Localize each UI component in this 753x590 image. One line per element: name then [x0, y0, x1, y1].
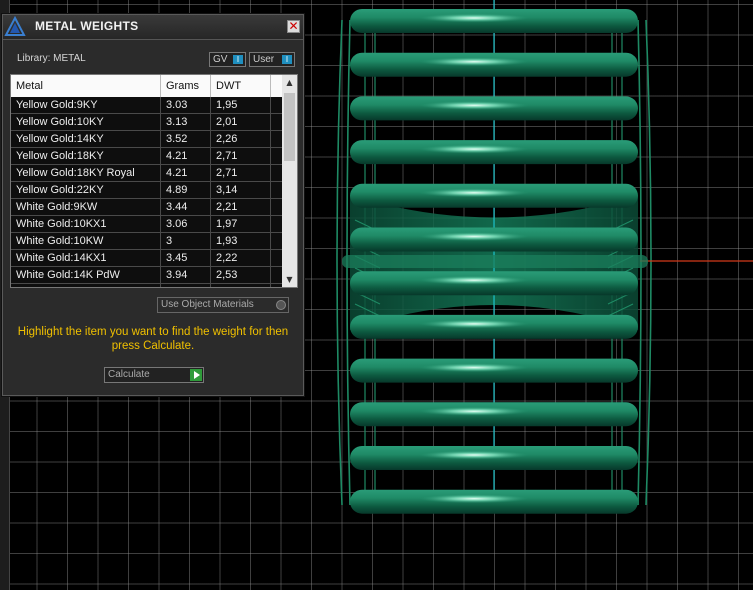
ring-band	[350, 402, 638, 427]
table-row[interactable]: Yellow Gold:22KY 4.89 3,14	[11, 182, 282, 199]
calculate-label: Calculate	[108, 369, 150, 380]
dwt-cell: 1,97	[216, 218, 238, 230]
table-row[interactable]: White Gold:10KW 3 1,93	[11, 233, 282, 250]
grams-cell: 3.03	[166, 99, 188, 111]
metal-cell: Yellow Gold:9KY	[16, 99, 98, 111]
user-indicator-icon: I	[282, 55, 292, 64]
dwt-cell: 2,71	[216, 167, 238, 179]
table-row[interactable]: White Gold:14KW 3.08 1,97	[11, 284, 282, 287]
table-row[interactable]: White Gold:14KX1 3.45 2,22	[11, 250, 282, 267]
grams-cell: 3	[166, 235, 173, 247]
table-header: Metal Grams DWT	[11, 75, 282, 97]
table-row[interactable]: Yellow Gold:9KY 3.03 1,95	[11, 97, 282, 114]
header-grams[interactable]: Grams	[166, 80, 199, 92]
table-row[interactable]: White Gold:14K PdW 3.94 2,53	[11, 267, 282, 284]
metal-cell: Yellow Gold:18KY	[16, 150, 104, 162]
instruction-text: Highlight the item you want to find the …	[17, 326, 289, 352]
user-library-button[interactable]: User I	[249, 52, 295, 67]
user-label: User	[253, 54, 275, 65]
dwt-cell: 2,01	[216, 116, 238, 128]
grams-cell: 4.21	[166, 167, 188, 179]
ring-band	[350, 140, 638, 165]
metal-table: Metal Grams DWT Yellow Gold:9KY 3.03 1,95 Y…	[10, 74, 298, 288]
ring-band	[350, 52, 638, 77]
grams-cell: 3.06	[166, 218, 188, 230]
metal-cell: White Gold:10KW	[16, 235, 104, 247]
metal-cell: Yellow Gold:14KY	[16, 133, 104, 145]
ring-band	[350, 314, 638, 339]
dwt-cell: 2,26	[216, 133, 238, 145]
metal-cell: White Gold:14KX1	[16, 252, 107, 264]
grams-cell: 4.89	[166, 184, 188, 196]
header-metal[interactable]: Metal	[16, 80, 43, 92]
dialog-title: METAL WEIGHTS	[35, 19, 139, 33]
ring-band	[350, 96, 638, 121]
use-object-materials-toggle[interactable]: Use Object Materials	[157, 297, 289, 313]
scrollbar-thumb[interactable]	[284, 93, 295, 161]
gv-indicator-icon: I	[233, 55, 243, 64]
metal-cell: White Gold:14K PdW	[16, 269, 120, 281]
close-icon[interactable]: ✕	[287, 20, 300, 33]
radio-icon	[276, 300, 286, 310]
app-logo-icon	[3, 15, 27, 39]
metal-cell: White Gold:14KW	[16, 286, 103, 287]
table-row[interactable]: Yellow Gold:18KY Royal 4.21 2,71	[11, 165, 282, 182]
table-scrollbar[interactable]: ▲ ▼	[282, 75, 297, 287]
calculate-button[interactable]: Calculate	[104, 367, 204, 383]
dwt-cell: 1,93	[216, 235, 238, 247]
ring-band	[350, 183, 638, 208]
dwt-cell: 1,95	[216, 99, 238, 111]
metal-cell: Yellow Gold:18KY Royal	[16, 167, 135, 179]
table-row[interactable]: Yellow Gold:14KY 3.52 2,26	[11, 131, 282, 148]
dwt-cell: 2,21	[216, 201, 238, 213]
ring-band	[350, 271, 638, 296]
grams-cell: 3.45	[166, 252, 188, 264]
dwt-cell: 2,53	[216, 269, 238, 281]
metal-cell: Yellow Gold:10KY	[16, 116, 104, 128]
metal-cell: Yellow Gold:22KY	[16, 184, 104, 196]
arrow-up-icon[interactable]: ▲	[282, 75, 297, 90]
dialog-titlebar[interactable]: METAL WEIGHTS ✕	[3, 15, 303, 40]
gv-library-button[interactable]: GV I	[209, 52, 246, 67]
metal-weights-dialog: METAL WEIGHTS ✕ Library: METAL GV I User…	[2, 14, 304, 396]
ring-bands	[342, 9, 648, 514]
grams-cell: 3.44	[166, 201, 188, 213]
ring-band	[350, 227, 638, 252]
metal-cell: White Gold:10KX1	[16, 218, 107, 230]
gv-label: GV	[213, 54, 228, 65]
table-body: Yellow Gold:9KY 3.03 1,95 Yellow Gold:10KY 3…	[11, 97, 282, 287]
dwt-cell: 3,14	[216, 184, 238, 196]
table-row[interactable]: White Gold:9KW 3.44 2,21	[11, 199, 282, 216]
arrow-down-icon[interactable]: ▼	[282, 272, 297, 287]
library-label: Library: METAL	[17, 53, 86, 64]
grams-cell: 3.08	[166, 286, 187, 287]
grams-cell: 3.52	[166, 133, 188, 145]
grams-cell: 3.13	[166, 116, 188, 128]
table-row[interactable]: Yellow Gold:18KY 4.21 2,71	[11, 148, 282, 165]
play-arrow-icon	[190, 369, 202, 381]
ring-band	[350, 9, 638, 33]
dwt-cell: 2,71	[216, 150, 238, 162]
grams-cell: 3.94	[166, 269, 188, 281]
grams-cell: 4.21	[166, 150, 188, 162]
metal-cell: White Gold:9KW	[16, 201, 98, 213]
ring-band	[350, 489, 638, 514]
table-row[interactable]: Yellow Gold:10KY 3.13 2,01	[11, 114, 282, 131]
ring-band	[350, 446, 638, 470]
ring-band	[350, 358, 638, 383]
table-row[interactable]: White Gold:10KX1 3.06 1,97	[11, 216, 282, 233]
header-dwt[interactable]: DWT	[216, 80, 241, 92]
dwt-cell: 2,22	[216, 252, 238, 264]
ring-midplane	[342, 255, 648, 268]
use-object-materials-label: Use Object Materials	[161, 299, 254, 310]
dwt-cell: 1,97	[216, 286, 237, 287]
